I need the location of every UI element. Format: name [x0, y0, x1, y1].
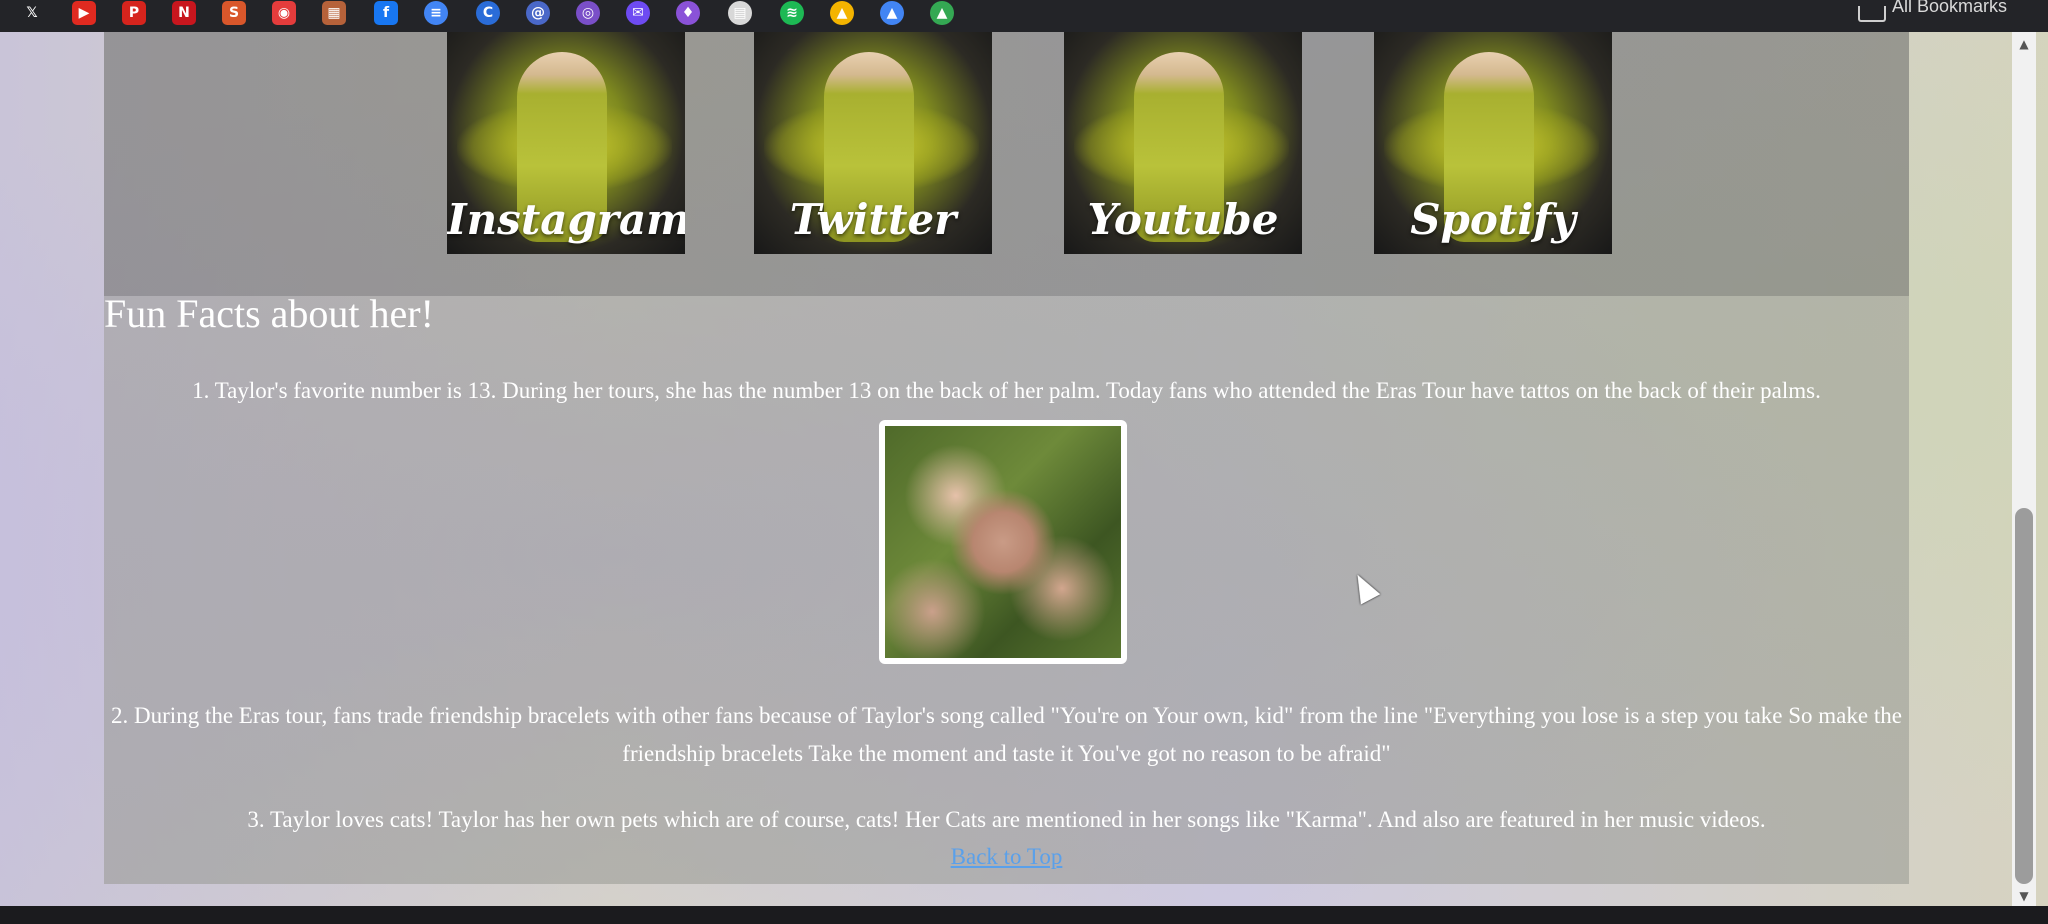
- camera-icon[interactable]: ◉: [272, 1, 296, 25]
- spotify-label: Spotify: [1410, 195, 1576, 244]
- scroll-up-icon[interactable]: ▲: [2012, 34, 2036, 54]
- bookmarks-folder-icon[interactable]: [1858, 6, 1886, 22]
- drive-icon[interactable]: ▲: [830, 1, 854, 25]
- page-content: Instagram Twitter Youtube Spotify Fun Fa…: [104, 32, 1909, 884]
- instagram-label: Instagram: [447, 195, 685, 244]
- youtube-icon[interactable]: ▶: [72, 1, 96, 25]
- fun-facts-heading: Fun Facts about her!: [104, 291, 434, 336]
- bookmarks-bar: 𝕏 ▶ P N S ◉ ▦ f ≡ C @ ◎ ✉ ♦ ▤ ≋ ▲ ▲ ▲ All Bookmarks: [0, 0, 2048, 32]
- shield-icon[interactable]: ♦: [676, 1, 700, 25]
- netflix-icon[interactable]: N: [172, 1, 196, 25]
- fact-3: 3. Taylor loves cats! Taylor has her own…: [247, 807, 1766, 832]
- twitter-tile[interactable]: Twitter: [754, 32, 992, 254]
- sheet-icon[interactable]: ▤: [728, 1, 752, 25]
- drive-icon-3[interactable]: ▲: [930, 1, 954, 25]
- social-links-row: Instagram Twitter Youtube Spotify: [104, 32, 1909, 288]
- scroll-down-icon[interactable]: ▼: [2012, 886, 2036, 906]
- messenger-icon[interactable]: ✉: [626, 1, 650, 25]
- youtube-label: Youtube: [1087, 195, 1279, 244]
- twitter-label: Twitter: [789, 195, 957, 244]
- chrome-app-icon[interactable]: C: [476, 1, 500, 25]
- spotify-tile[interactable]: Spotify: [1374, 32, 1612, 254]
- scribd-icon[interactable]: S: [222, 1, 246, 25]
- scroll-thumb[interactable]: [2015, 508, 2033, 884]
- all-bookmarks-link[interactable]: All Bookmarks: [1892, 0, 2007, 17]
- threads-icon[interactable]: @: [526, 1, 550, 25]
- vertical-scrollbar[interactable]: ▲ ▼: [2012, 32, 2036, 906]
- podcast-icon[interactable]: ◎: [576, 1, 600, 25]
- pinterest-icon[interactable]: P: [122, 1, 146, 25]
- facebook-icon[interactable]: f: [374, 1, 398, 25]
- youtube-tile[interactable]: Youtube: [1064, 32, 1302, 254]
- fact-1: 1. Taylor's favorite number is 13. Durin…: [192, 378, 1821, 403]
- hands-image: [885, 426, 1121, 658]
- tattoo-photo: [879, 420, 1127, 664]
- gallery-icon[interactable]: ▦: [322, 1, 346, 25]
- taskbar-edge: [0, 906, 2048, 924]
- drive-icon-2[interactable]: ▲: [880, 1, 904, 25]
- x-icon[interactable]: 𝕏: [20, 1, 44, 25]
- instagram-tile[interactable]: Instagram: [447, 32, 685, 254]
- back-to-top-link[interactable]: Back to Top: [104, 844, 1909, 870]
- spotify-icon[interactable]: ≋: [780, 1, 804, 25]
- fact-2: 2. During the Eras tour, fans trade frie…: [111, 703, 1902, 766]
- docs-icon[interactable]: ≡: [424, 1, 448, 25]
